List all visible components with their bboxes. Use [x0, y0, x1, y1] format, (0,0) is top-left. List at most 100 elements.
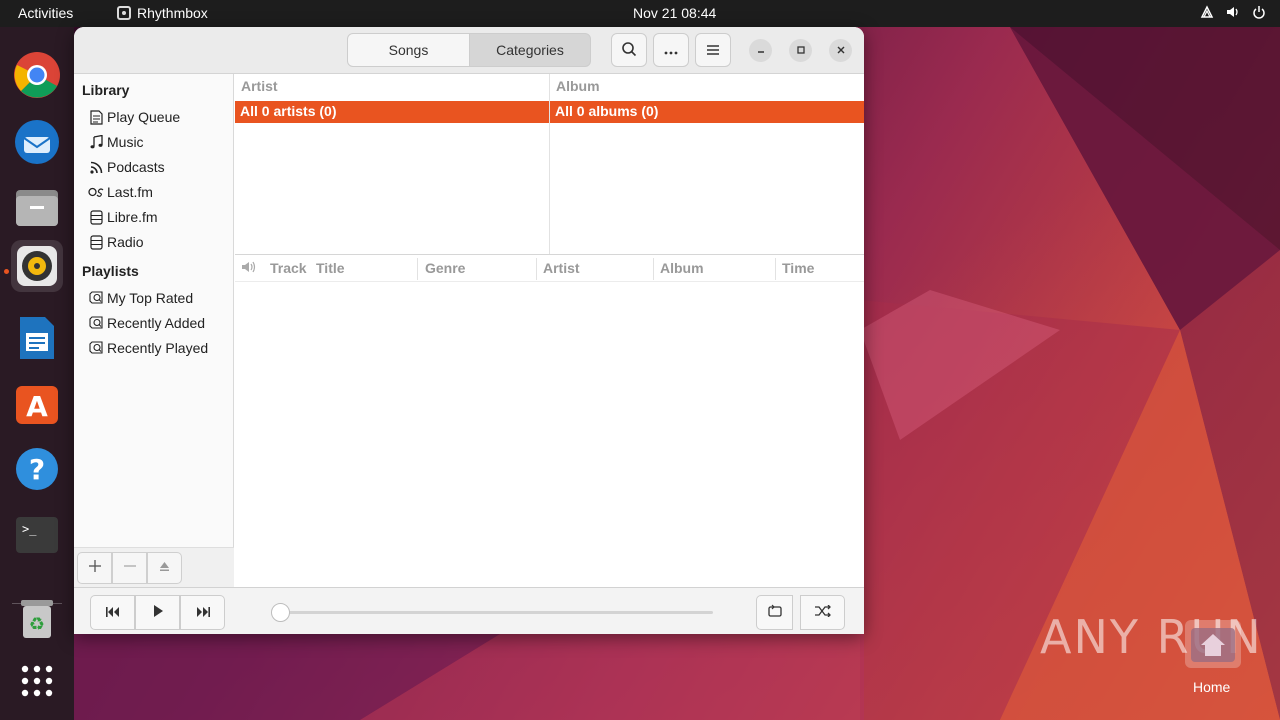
- column-divider: [417, 258, 418, 280]
- sidebar-item-lastfm[interactable]: Last.fm: [88, 182, 153, 202]
- sidebar-item-label: Play Queue: [107, 109, 181, 125]
- running-indicator: [4, 269, 9, 274]
- libreoffice-writer-icon[interactable]: [11, 312, 63, 364]
- sidebar-item-podcasts[interactable]: Podcasts: [88, 157, 165, 177]
- home-folder-icon[interactable]: [1185, 620, 1241, 668]
- pane-divider: [549, 74, 550, 254]
- system-tray[interactable]: [1200, 5, 1266, 22]
- show-apps-icon[interactable]: [11, 655, 63, 707]
- sidebar-toolbar: [74, 547, 234, 587]
- repeat-button[interactable]: [756, 595, 793, 630]
- minimize-icon: [756, 44, 766, 58]
- artist-all-row[interactable]: All 0 artists (0): [235, 101, 549, 123]
- header-bar: Songs Categories: [74, 27, 864, 74]
- column-divider: [653, 258, 654, 280]
- speaker-icon: [241, 260, 257, 282]
- remove-playlist-button[interactable]: [112, 552, 147, 584]
- close-icon: [836, 44, 846, 58]
- sidebar-item-radio[interactable]: Radio: [88, 232, 144, 252]
- smart-playlist-icon: [88, 340, 104, 356]
- seek-slider-handle[interactable]: [271, 603, 290, 622]
- add-playlist-button[interactable]: [77, 552, 112, 584]
- genre-column-header[interactable]: Genre: [425, 260, 465, 282]
- player-bar: [74, 587, 864, 634]
- next-button[interactable]: [180, 595, 225, 630]
- app-center-icon[interactable]: A: [11, 377, 63, 429]
- browser-divider[interactable]: [235, 254, 864, 255]
- track-column-header[interactable]: Track: [270, 260, 307, 282]
- home-folder-label: Home: [1193, 679, 1231, 695]
- repeat-icon: [767, 604, 783, 621]
- search-button[interactable]: [611, 33, 647, 67]
- previous-button[interactable]: [90, 595, 135, 630]
- sidebar-item-recently-added[interactable]: Recently Added: [88, 313, 205, 333]
- plus-icon: [88, 559, 101, 577]
- sidebar-item-label: Libre.fm: [107, 209, 158, 225]
- activities-button[interactable]: Activities: [18, 5, 73, 21]
- sidebar-item-label: Podcasts: [107, 159, 165, 175]
- minimize-button[interactable]: [749, 39, 772, 62]
- time-column-header[interactable]: Time: [782, 260, 814, 282]
- songs-view-button[interactable]: Songs: [347, 33, 470, 67]
- dock: A ? >_ ♻: [0, 27, 74, 720]
- sidebar-item-recently-played[interactable]: Recently Played: [88, 338, 208, 358]
- search-icon: [621, 41, 637, 60]
- album-column-header-tracks[interactable]: Album: [660, 260, 704, 282]
- sidebar-item-label: Recently Added: [107, 315, 206, 331]
- skip-back-icon: [105, 605, 120, 620]
- album-all-row[interactable]: All 0 albums (0): [550, 101, 864, 123]
- document-icon: [88, 109, 104, 125]
- files-icon[interactable]: [11, 181, 63, 233]
- svg-text:?: ?: [29, 453, 45, 486]
- playlists-heading: Playlists: [82, 263, 139, 279]
- thunderbird-icon[interactable]: [11, 115, 63, 167]
- hamburger-icon: [707, 42, 719, 58]
- column-divider: [775, 258, 776, 280]
- top-bar: Activities Rhythmbox Nov 21 08:44: [0, 0, 1280, 27]
- trash-icon[interactable]: ♻: [11, 593, 63, 645]
- sidebar: Library Play Queue Music Podcasts Last.f…: [74, 74, 234, 587]
- sidebar-item-music[interactable]: Music: [88, 132, 144, 152]
- clock[interactable]: Nov 21 08:44: [633, 5, 716, 21]
- chrome-icon[interactable]: [11, 49, 63, 101]
- categories-view-button[interactable]: Categories: [469, 33, 591, 67]
- volume-icon: [1226, 5, 1240, 22]
- main-menu-button[interactable]: [695, 33, 731, 67]
- sidebar-item-librefm[interactable]: Libre.fm: [88, 207, 158, 227]
- close-button[interactable]: [829, 39, 852, 62]
- album-column-header[interactable]: Album: [550, 74, 864, 101]
- app-menu-label: Rhythmbox: [137, 5, 208, 21]
- artist-column-header-tracks[interactable]: Artist: [543, 260, 580, 282]
- more-options-button[interactable]: [653, 33, 689, 67]
- music-note-icon: [88, 134, 104, 150]
- skip-forward-icon: [196, 605, 210, 620]
- shuffle-button[interactable]: [800, 595, 845, 630]
- artist-column-header[interactable]: Artist: [235, 74, 549, 101]
- maximize-button[interactable]: [789, 39, 812, 62]
- rhythmbox-app-icon: [117, 6, 131, 20]
- terminal-icon[interactable]: >_: [11, 509, 63, 561]
- rss-icon: [88, 159, 104, 175]
- server-icon: [88, 209, 104, 225]
- track-list[interactable]: [235, 282, 864, 587]
- rhythmbox-icon[interactable]: [11, 240, 63, 292]
- eject-button[interactable]: [147, 552, 182, 584]
- sidebar-item-label: Music: [107, 134, 144, 150]
- svg-text:>_: >_: [22, 522, 37, 536]
- seek-slider[interactable]: [280, 611, 713, 614]
- help-icon[interactable]: ?: [11, 443, 63, 495]
- title-column-header[interactable]: Title: [316, 260, 345, 282]
- svg-text:A: A: [26, 390, 48, 423]
- play-button[interactable]: [135, 595, 180, 630]
- ellipsis-icon: [664, 42, 678, 58]
- sidebar-item-label: Recently Played: [107, 340, 209, 356]
- sidebar-item-label: My Top Rated: [107, 290, 194, 306]
- sidebar-item-play-queue[interactable]: Play Queue: [88, 107, 180, 127]
- shuffle-icon: [814, 604, 831, 620]
- column-divider: [536, 258, 537, 280]
- library-heading: Library: [82, 82, 130, 98]
- app-menu[interactable]: Rhythmbox: [117, 5, 208, 21]
- lastfm-icon: [88, 184, 104, 200]
- rhythmbox-window: Songs Categories Library Play Queue Musi…: [74, 27, 864, 634]
- sidebar-item-my-top-rated[interactable]: My Top Rated: [88, 288, 193, 308]
